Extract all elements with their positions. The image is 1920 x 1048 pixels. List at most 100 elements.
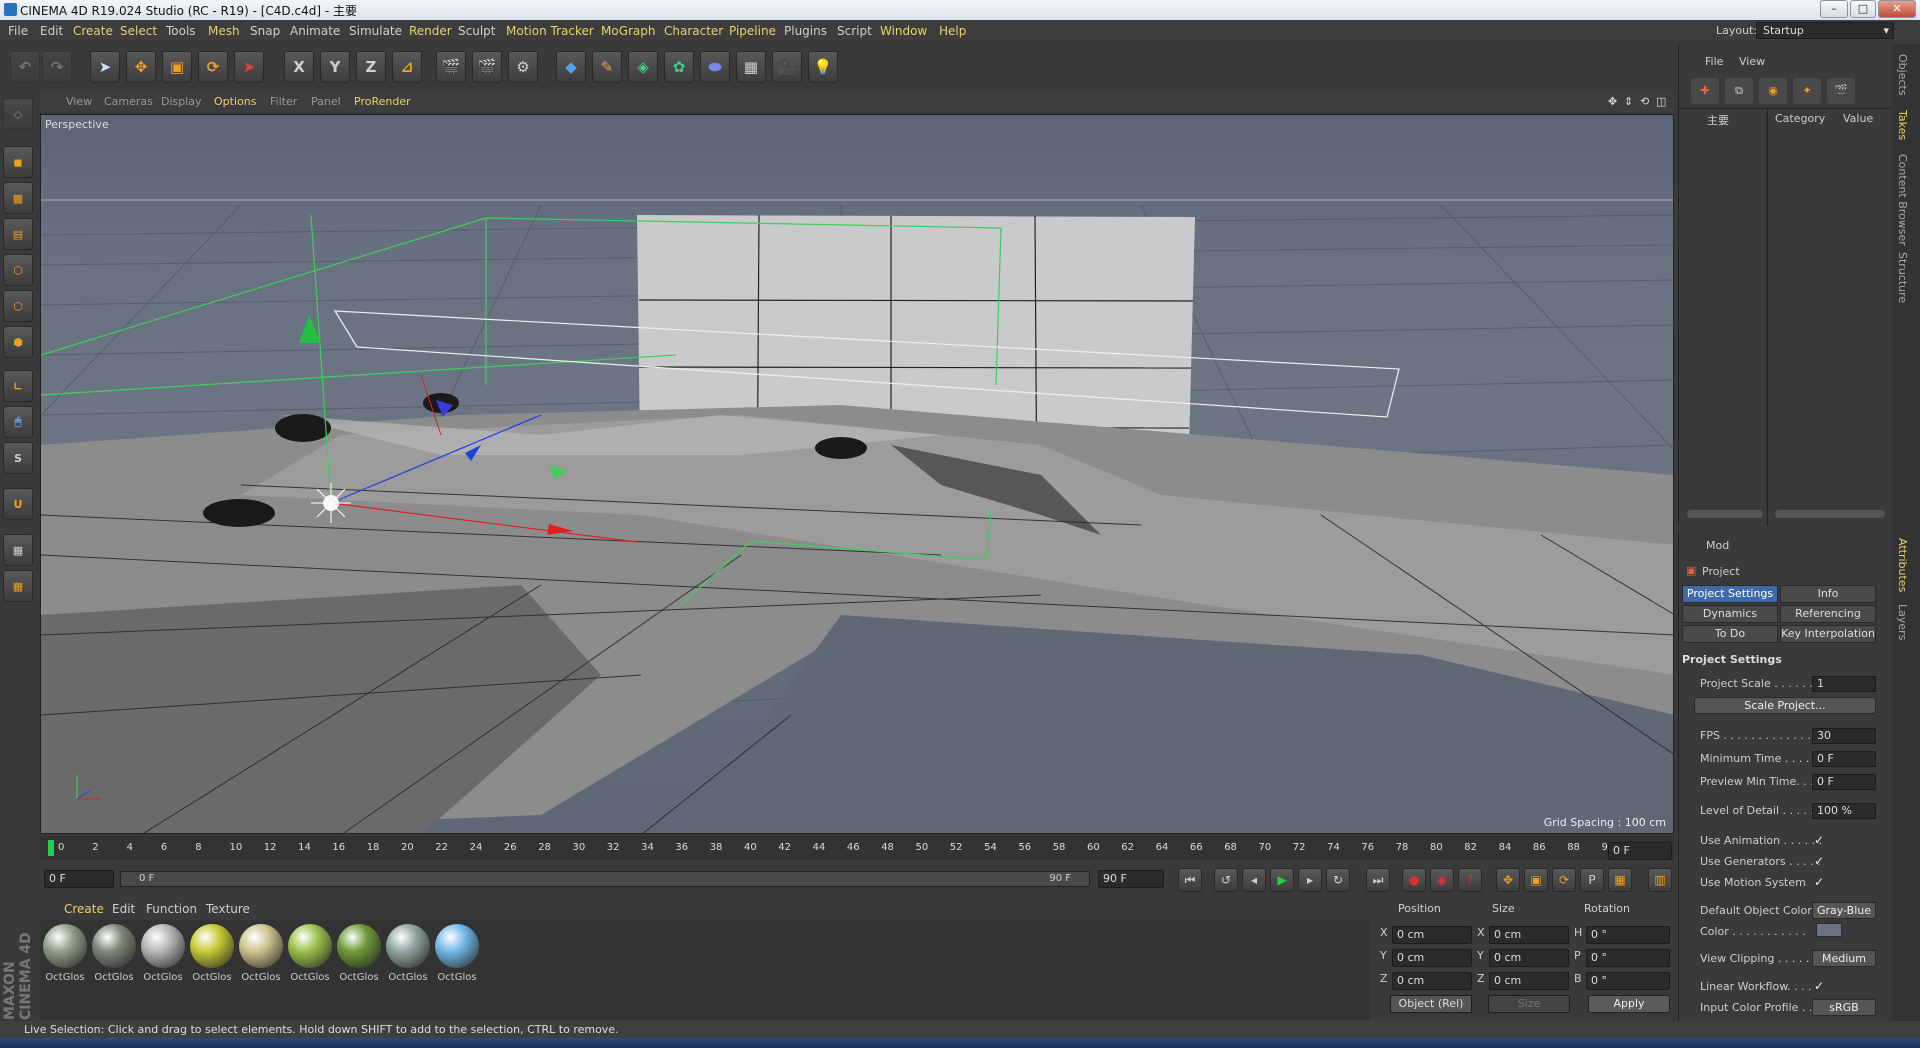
current-frame-field[interactable]: 0 F bbox=[1608, 842, 1672, 860]
material-swatch[interactable]: OctGlos bbox=[42, 924, 88, 986]
play-icon[interactable]: ▶ bbox=[1270, 868, 1294, 892]
coordinate-system-icon[interactable]: ⊿ bbox=[392, 51, 422, 83]
material-swatch[interactable]: OctGlos bbox=[238, 924, 284, 986]
menu-render[interactable]: Render bbox=[409, 24, 452, 38]
take-render-icon[interactable]: 🎬 bbox=[1827, 78, 1855, 104]
y-axis-button[interactable]: Y bbox=[320, 51, 350, 83]
rotation-field[interactable]: 0 ° bbox=[1586, 949, 1670, 967]
side-tab-takes[interactable]: Takes bbox=[1896, 110, 1909, 140]
key-param-icon[interactable]: P bbox=[1580, 868, 1604, 892]
vp-move-icon[interactable]: ✥ bbox=[1608, 95, 1617, 108]
points-mode-icon[interactable]: ⬡ bbox=[3, 254, 33, 286]
vp-menu-display[interactable]: Display bbox=[161, 95, 202, 108]
next-key-icon[interactable]: ↻ bbox=[1326, 868, 1350, 892]
side-tab-objects[interactable]: Objects bbox=[1896, 54, 1909, 96]
prev-key-icon[interactable]: ↺ bbox=[1214, 868, 1238, 892]
playhead[interactable] bbox=[48, 840, 54, 856]
make-editable-icon[interactable]: ◇ bbox=[3, 98, 33, 130]
axis-mode-icon[interactable]: ∟ bbox=[3, 370, 33, 402]
timeline-window-icon[interactable]: ▥ bbox=[1648, 868, 1672, 892]
take-clone-icon[interactable]: ⧉ bbox=[1725, 78, 1753, 104]
side-tab-attributes[interactable]: Attributes bbox=[1896, 538, 1909, 592]
menu-select[interactable]: Select bbox=[120, 24, 157, 38]
light-icon[interactable]: 💡 bbox=[808, 51, 838, 83]
side-tab-content-browser[interactable]: Content Browser bbox=[1896, 154, 1909, 246]
menu-help[interactable]: Help bbox=[939, 24, 966, 38]
layout-select[interactable]: Startup ▾ bbox=[1756, 22, 1894, 39]
min-time-field[interactable]: 0 F bbox=[1812, 751, 1876, 767]
material-swatch[interactable]: OctGlos bbox=[336, 924, 382, 986]
tab-referencing[interactable]: Referencing bbox=[1780, 605, 1876, 623]
size-field[interactable]: 0 cm bbox=[1489, 949, 1569, 967]
key-scale-icon[interactable]: ▣ bbox=[1524, 868, 1548, 892]
vp-menu-panel[interactable]: Panel bbox=[311, 95, 341, 108]
tab-info[interactable]: Info bbox=[1780, 585, 1876, 603]
deformer-icon[interactable]: ⬬ bbox=[700, 51, 730, 83]
record-keys-icon[interactable]: ● bbox=[1402, 868, 1426, 892]
size-mode-select[interactable]: Size bbox=[1488, 995, 1570, 1013]
view-clipping-select[interactable]: Medium bbox=[1812, 950, 1876, 967]
render-picture-viewer-icon[interactable]: 🎬 bbox=[472, 51, 502, 83]
menu-file[interactable]: File bbox=[8, 24, 28, 38]
mat-menu-create[interactable]: Create bbox=[64, 902, 104, 916]
menu-plugins[interactable]: Plugins bbox=[784, 24, 827, 38]
menu-sculpt[interactable]: Sculpt bbox=[458, 24, 495, 38]
vp-zoom-icon[interactable]: ⇕ bbox=[1624, 95, 1633, 108]
vp-menu-view[interactable]: View bbox=[66, 95, 92, 108]
material-swatch[interactable]: OctGlos bbox=[189, 924, 235, 986]
vp-menu-filter[interactable]: Filter bbox=[270, 95, 297, 108]
rotation-field[interactable]: 0 ° bbox=[1586, 926, 1670, 944]
edges-mode-icon[interactable]: ⬡ bbox=[3, 290, 33, 322]
end-frame-field[interactable]: 90 F bbox=[1098, 870, 1164, 888]
snap-icon[interactable]: U bbox=[3, 488, 33, 520]
mat-menu-edit[interactable]: Edit bbox=[112, 902, 135, 916]
preview-min-time-field[interactable]: 0 F bbox=[1812, 774, 1876, 790]
take-add-icon[interactable]: ✚ bbox=[1691, 78, 1719, 104]
obj-menu-file[interactable]: File bbox=[1705, 55, 1723, 68]
obj-menu-view[interactable]: View bbox=[1739, 55, 1765, 68]
undo-icon[interactable]: ↶ bbox=[10, 51, 40, 83]
material-swatch[interactable]: OctGlos bbox=[91, 924, 137, 986]
take-override-icon[interactable]: ◉ bbox=[1759, 78, 1787, 104]
model-mode-icon[interactable]: ◼ bbox=[3, 146, 33, 178]
mat-menu-texture[interactable]: Texture bbox=[206, 902, 250, 916]
vp-menu-options[interactable]: Options bbox=[214, 95, 256, 108]
menu-mesh[interactable]: Mesh bbox=[208, 24, 240, 38]
start-frame-field[interactable]: 0 F bbox=[44, 870, 114, 888]
take-auto-icon[interactable]: ✦ bbox=[1793, 78, 1821, 104]
vp-menu-prorender[interactable]: ProRender bbox=[354, 95, 411, 108]
horizontal-scrollbar[interactable] bbox=[1687, 510, 1763, 518]
vp-rotate-icon[interactable]: ⟲ bbox=[1640, 95, 1649, 108]
solo-icon[interactable]: S bbox=[3, 442, 33, 474]
menu-create[interactable]: Create bbox=[73, 24, 113, 38]
autokey-icon[interactable]: ◉ bbox=[1430, 868, 1454, 892]
minimize-button[interactable]: – bbox=[1820, 0, 1848, 18]
floor-icon[interactable]: ▦ bbox=[736, 51, 766, 83]
side-tab-layers[interactable]: Layers bbox=[1896, 604, 1909, 640]
material-swatch[interactable]: OctGlos bbox=[434, 924, 480, 986]
keyframe-selection-icon[interactable]: ? bbox=[1458, 868, 1482, 892]
menu-motion-tracker[interactable]: Motion Tracker bbox=[506, 24, 594, 38]
size-field[interactable]: 0 cm bbox=[1489, 972, 1569, 990]
tweak-mode-icon[interactable]: 🖱 bbox=[3, 406, 33, 438]
menu-tools[interactable]: Tools bbox=[166, 24, 196, 38]
rotate-icon[interactable]: ⟳ bbox=[198, 51, 228, 83]
next-frame-icon[interactable]: ▸ bbox=[1298, 868, 1322, 892]
live-selection-icon[interactable]: ➤ bbox=[90, 51, 120, 83]
cube-icon[interactable]: ◆ bbox=[556, 51, 586, 83]
move-icon[interactable]: ✥ bbox=[126, 51, 156, 83]
workplane-icon[interactable]: ▤ bbox=[3, 218, 33, 250]
material-swatch[interactable]: OctGlos bbox=[140, 924, 186, 986]
menu-snap[interactable]: Snap bbox=[250, 24, 280, 38]
go-to-start-icon[interactable]: ⏮ bbox=[1178, 868, 1202, 892]
texture-mode-icon[interactable]: ▩ bbox=[3, 182, 33, 214]
prev-frame-icon[interactable]: ◂ bbox=[1242, 868, 1266, 892]
render-settings-icon[interactable]: ⚙ bbox=[508, 51, 538, 83]
key-position-icon[interactable]: ✥ bbox=[1496, 868, 1520, 892]
vp-menu-cameras[interactable]: Cameras bbox=[104, 95, 153, 108]
redo-icon[interactable]: ↷ bbox=[42, 51, 72, 83]
menu-mograph[interactable]: MoGraph bbox=[601, 24, 656, 38]
size-field[interactable]: 0 cm bbox=[1489, 926, 1569, 944]
mat-menu-function[interactable]: Function bbox=[146, 902, 197, 916]
key-pla-icon[interactable]: ▦ bbox=[1608, 868, 1632, 892]
